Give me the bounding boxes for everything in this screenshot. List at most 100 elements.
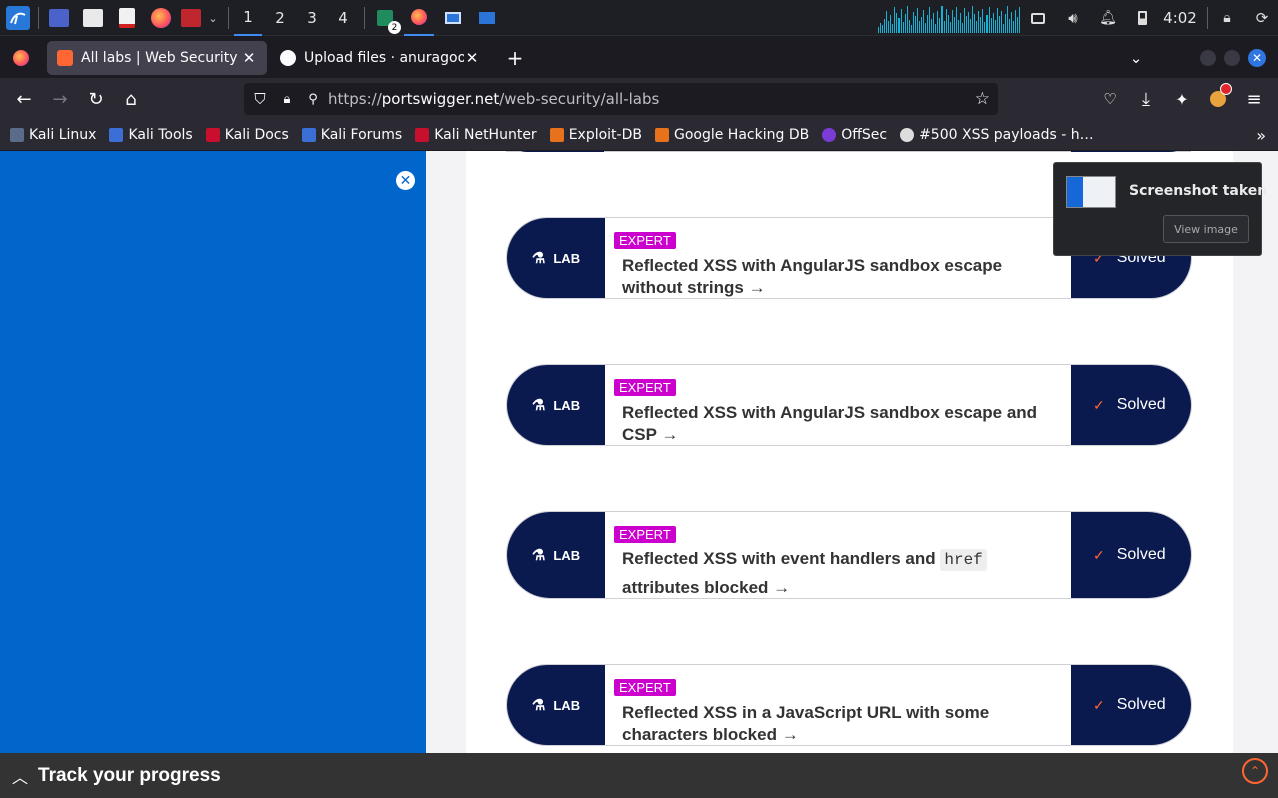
- bookmark-kali-forums[interactable]: Kali Forums: [301, 127, 402, 143]
- checkmark-icon: ✓: [1093, 396, 1105, 413]
- home-icon[interactable]: ⌂: [117, 86, 145, 112]
- notification-title: Screenshot taken: [1129, 183, 1268, 199]
- tab-title: Upload files · anuragoo11/: [304, 50, 464, 66]
- flask-icon: ⚗: [531, 547, 546, 564]
- url-bar[interactable]: ⛉ 🔒︎ ⚲ https://portswigger.net/web-secur…: [244, 83, 998, 115]
- panel-window-icon[interactable]: [474, 0, 500, 36]
- bookmark-label: Kali Docs: [224, 127, 289, 143]
- bookmark-kali-docs[interactable]: Kali Docs: [205, 127, 289, 143]
- bookmark-kali-tools[interactable]: Kali Tools: [109, 127, 193, 143]
- bookmark-offsec[interactable]: OffSec: [822, 127, 887, 143]
- bookmark-label: Kali NetHunter: [434, 127, 537, 143]
- lab-tag-label: LAB: [553, 547, 581, 563]
- screenshot-notification[interactable]: Screenshot taken View image: [1053, 162, 1267, 256]
- list-tabs-chevron-icon[interactable]: ⌄: [1122, 41, 1150, 75]
- url-text[interactable]: https://portswigger.net/web-security/all…: [328, 90, 659, 108]
- downloads-icon[interactable]: ⤓: [1132, 86, 1160, 112]
- extensions-icon[interactable]: ✦: [1168, 86, 1196, 112]
- expert-badge: EXPERT: [614, 526, 676, 543]
- screenshot-window-icon[interactable]: [440, 0, 466, 36]
- close-icon[interactable]: ✕: [396, 171, 415, 190]
- track-progress-bar[interactable]: ︿ Track your progress ⌃: [0, 753, 1278, 798]
- bookmark-label: #500 XSS payloads - h…: [919, 127, 1094, 143]
- bookmark-label: Kali Linux: [29, 127, 97, 143]
- bookmark-label: Google Hacking DB: [673, 127, 810, 143]
- lab-title-link[interactable]: Reflected XSS with AngularJS sandbox esc…: [622, 255, 1065, 298]
- terminal-icon[interactable]: [178, 0, 204, 36]
- text-editor-icon[interactable]: [114, 0, 140, 36]
- previous-lab-card[interactable]: [506, 151, 1191, 152]
- close-tab-icon[interactable]: ✕: [464, 49, 480, 67]
- hamburger-menu-icon[interactable]: ≡: [1240, 86, 1268, 112]
- kali-forums-icon: [301, 128, 316, 142]
- app-window-icon[interactable]: 2: [372, 0, 401, 36]
- kali-menu-icon[interactable]: [4, 0, 32, 36]
- github-icon: [900, 128, 915, 142]
- firefox-window-icon[interactable]: [404, 0, 434, 36]
- workspace-3[interactable]: 3: [298, 0, 326, 36]
- more-bookmarks-chevron-icon[interactable]: »: [1256, 126, 1266, 145]
- show-desktop-icon[interactable]: [46, 0, 72, 36]
- file-manager-icon[interactable]: [80, 0, 106, 36]
- minimize-window-icon[interactable]: [1200, 41, 1220, 75]
- reload-icon[interactable]: ↻: [82, 86, 110, 112]
- lab-title-text: Reflected XSS in a JavaScript URL with s…: [622, 703, 990, 744]
- lab-card[interactable]: ⚗ LAB EXPERT Reflected XSS with AngularJS…: [506, 364, 1192, 446]
- display-icon[interactable]: [1028, 0, 1048, 36]
- ublock-extension-icon[interactable]: [1204, 83, 1232, 112]
- href-code: href: [940, 549, 987, 571]
- workspace-2[interactable]: 2: [266, 0, 294, 36]
- lock-icon[interactable]: 🔒︎: [1217, 0, 1237, 36]
- new-tab-plus-icon[interactable]: +: [500, 41, 530, 75]
- bookmark-kali-linux[interactable]: Kali Linux: [10, 127, 96, 143]
- back-arrow-icon[interactable]: ←: [10, 86, 38, 112]
- track-progress-label: Track your progress: [38, 764, 221, 786]
- forward-arrow-icon[interactable]: →: [46, 86, 74, 112]
- close-window-icon[interactable]: ✕: [1248, 41, 1268, 75]
- tab-title: All labs | Web Security Academy: [81, 50, 241, 66]
- power-icon[interactable]: ⟳: [1252, 0, 1272, 36]
- view-image-button[interactable]: View image: [1163, 215, 1249, 243]
- bookmark-google-hacking-db[interactable]: Google Hacking DB: [654, 127, 810, 143]
- notification-bell-icon[interactable]: 🔔︎: [1098, 0, 1118, 36]
- arrow-right-icon: →: [748, 278, 766, 297]
- workspace-4[interactable]: 4: [329, 0, 357, 36]
- bookmark-exploit-db[interactable]: Exploit-DB: [549, 127, 642, 143]
- lab-card[interactable]: ⚗ LAB EXPERT Reflected XSS in a JavaScrip…: [506, 664, 1192, 746]
- exploit-db-icon: [549, 128, 564, 142]
- bookmark-xss-payloads[interactable]: #500 XSS payloads - h…: [900, 127, 1094, 143]
- close-tab-icon[interactable]: ✕: [241, 49, 257, 67]
- nethunter-icon: [415, 128, 430, 142]
- lab-tag: ⚗ LAB: [507, 365, 605, 445]
- kali-tools-icon: [109, 128, 124, 142]
- battery-icon[interactable]: [1133, 0, 1151, 36]
- permissions-icon[interactable]: ⚲: [298, 92, 328, 107]
- tracking-shield-icon[interactable]: ⛉: [244, 90, 276, 108]
- tab-all-labs[interactable]: All labs | Web Security Academy ✕: [47, 41, 267, 75]
- lab-title-link[interactable]: Reflected XSS with event handlers and hr…: [622, 545, 1065, 598]
- bookmark-star-icon[interactable]: ☆: [975, 89, 990, 109]
- clock[interactable]: 4:02: [1160, 0, 1200, 36]
- bookmark-label: Exploit-DB: [568, 127, 642, 143]
- lab-tag-label: LAB: [553, 250, 581, 266]
- workspace-1[interactable]: 1: [234, 0, 262, 36]
- tab-upload-files[interactable]: Upload files · anuragoo11/ ✕: [270, 41, 490, 75]
- pocket-icon[interactable]: ♡: [1096, 86, 1124, 112]
- bookmark-kali-nethunter[interactable]: Kali NetHunter: [415, 127, 537, 143]
- status-label: Solved: [1116, 696, 1166, 713]
- github-favicon-icon: [280, 50, 296, 66]
- lab-title-link[interactable]: Reflected XSS in a JavaScript URL with s…: [622, 702, 1065, 745]
- lab-title-link[interactable]: Reflected XSS with AngularJS sandbox esc…: [622, 402, 1065, 445]
- padlock-icon[interactable]: 🔒︎: [276, 92, 298, 107]
- scroll-to-top-icon[interactable]: ⌃: [1242, 758, 1268, 784]
- lab-card[interactable]: ⚗ LAB EXPERT Reflected XSS with event han…: [506, 511, 1192, 599]
- chevron-up-icon[interactable]: ︿: [12, 764, 28, 788]
- maximize-window-icon[interactable]: [1224, 41, 1244, 75]
- chevron-down-icon[interactable]: ⌄: [204, 0, 222, 36]
- kali-dragon-icon: [10, 128, 24, 142]
- firefox-view-icon[interactable]: [6, 41, 36, 75]
- checkmark-icon: ✓: [1093, 546, 1105, 563]
- expert-badge: EXPERT: [614, 232, 676, 249]
- firefox-launcher-icon[interactable]: [148, 0, 174, 36]
- volume-icon[interactable]: 🔊︎: [1062, 0, 1084, 36]
